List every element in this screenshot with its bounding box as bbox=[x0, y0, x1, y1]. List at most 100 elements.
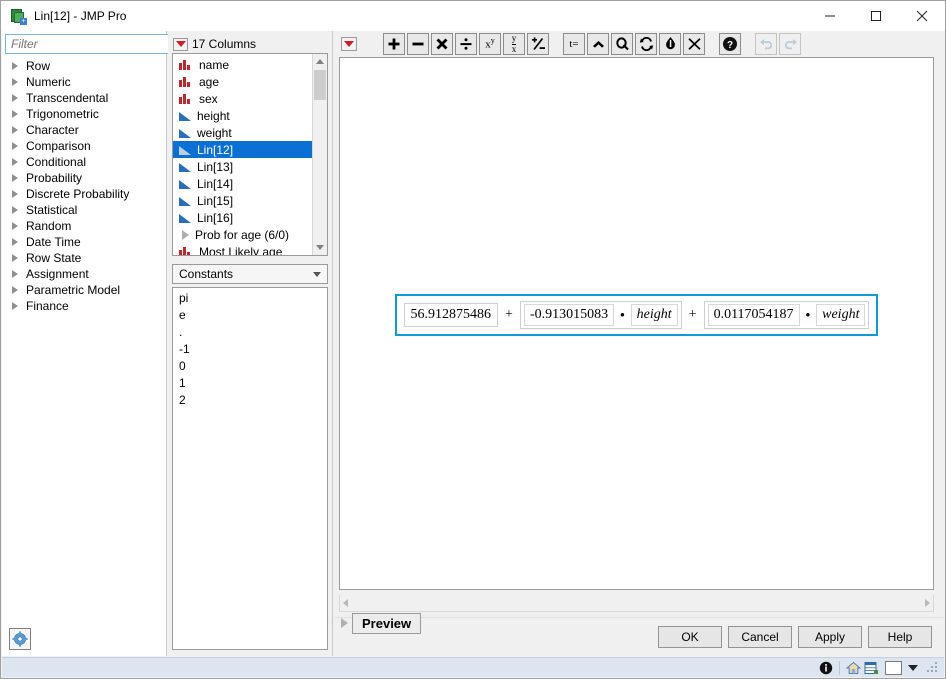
chevron-down-icon[interactable] bbox=[908, 664, 918, 671]
subtract-button[interactable] bbox=[407, 33, 429, 55]
expand-triangle-icon[interactable] bbox=[12, 206, 18, 214]
local-variable-button[interactable]: t= bbox=[563, 33, 585, 55]
function-category-trigonometric[interactable]: Trigonometric bbox=[2, 106, 166, 122]
columns-menu-button[interactable] bbox=[173, 37, 188, 51]
intercept-term[interactable]: 56.912875486 bbox=[403, 302, 499, 327]
constant-item[interactable]: pi bbox=[179, 290, 327, 307]
power-button[interactable]: xy bbox=[479, 33, 501, 55]
expand-triangle-icon[interactable] bbox=[12, 78, 18, 86]
function-category-row-state[interactable]: Row State bbox=[2, 250, 166, 266]
function-category-assignment[interactable]: Assignment bbox=[2, 266, 166, 282]
filter-box[interactable] bbox=[5, 34, 185, 54]
column-item-lin-13[interactable]: Lin[13] bbox=[173, 158, 312, 175]
expand-triangle-icon[interactable] bbox=[12, 126, 18, 134]
resize-grip[interactable] bbox=[926, 661, 940, 675]
expand-triangle-icon[interactable] bbox=[12, 190, 18, 198]
function-category-character[interactable]: Character bbox=[2, 122, 166, 138]
coefficient-height[interactable]: -0.913015083 bbox=[523, 303, 615, 326]
swap-button[interactable] bbox=[635, 33, 657, 55]
columns-list[interactable]: name age sex height weight Lin[12] Lin[13] Lin[… bbox=[173, 54, 312, 255]
expand-triangle-icon[interactable] bbox=[12, 142, 18, 150]
function-category-transcendental[interactable]: Transcendental bbox=[2, 90, 166, 106]
scroll-down-button[interactable] bbox=[313, 240, 327, 255]
divide-button[interactable] bbox=[455, 33, 477, 55]
expand-triangle-icon[interactable] bbox=[12, 254, 18, 262]
expand-triangle-icon[interactable] bbox=[12, 238, 18, 246]
help-button[interactable]: ? bbox=[719, 33, 741, 55]
expand-triangle-icon[interactable] bbox=[12, 222, 18, 230]
function-category-probability[interactable]: Probability bbox=[2, 170, 166, 186]
home-icon[interactable] bbox=[846, 659, 861, 677]
column-item-lin-14[interactable]: Lin[14] bbox=[173, 175, 312, 192]
column-item-weight[interactable]: weight bbox=[173, 124, 312, 141]
category-select[interactable]: Constants bbox=[172, 264, 328, 284]
function-category-list[interactable]: Row Numeric Transcendental Trigonometric Cha… bbox=[2, 58, 166, 626]
function-category-finance[interactable]: Finance bbox=[2, 298, 166, 314]
minimize-button[interactable] bbox=[807, 1, 853, 31]
term-height[interactable]: -0.913015083 • height bbox=[519, 300, 682, 329]
constant-item[interactable]: -1 bbox=[179, 341, 327, 358]
add-button[interactable] bbox=[383, 33, 405, 55]
cancel-button[interactable]: Cancel bbox=[728, 626, 792, 648]
expand-triangle-icon[interactable] bbox=[12, 62, 18, 70]
apply-button[interactable]: Apply bbox=[798, 626, 862, 648]
delete-button[interactable] bbox=[683, 33, 705, 55]
constant-item[interactable]: 1 bbox=[179, 375, 327, 392]
root-button[interactable]: yx bbox=[503, 33, 525, 55]
columns-scrollbar[interactable] bbox=[312, 54, 327, 255]
column-item-name[interactable]: name bbox=[173, 56, 312, 73]
scroll-right-icon[interactable] bbox=[925, 599, 930, 607]
formula-menu-button[interactable] bbox=[341, 37, 357, 51]
insert-above-button[interactable] bbox=[587, 33, 609, 55]
constant-item[interactable]: . bbox=[179, 324, 327, 341]
column-item-lin-12[interactable]: Lin[12] bbox=[173, 141, 312, 158]
expand-triangle-icon[interactable] bbox=[12, 174, 18, 182]
column-item-height[interactable]: height bbox=[173, 107, 312, 124]
function-category-statistical[interactable]: Statistical bbox=[2, 202, 166, 218]
constant-item[interactable]: 0 bbox=[179, 358, 327, 375]
expand-triangle-icon[interactable] bbox=[12, 286, 18, 294]
scrollbar-thumb[interactable] bbox=[314, 70, 326, 100]
redo-button[interactable] bbox=[779, 33, 801, 55]
constant-item[interactable]: 2 bbox=[179, 392, 327, 409]
column-item-age[interactable]: age bbox=[173, 73, 312, 90]
close-button[interactable] bbox=[899, 1, 945, 31]
scroll-left-icon[interactable] bbox=[343, 599, 348, 607]
multiply-button[interactable] bbox=[431, 33, 453, 55]
function-category-conditional[interactable]: Conditional bbox=[2, 154, 166, 170]
function-category-discrete-probability[interactable]: Discrete Probability bbox=[2, 186, 166, 202]
expand-triangle-icon[interactable] bbox=[12, 158, 18, 166]
constant-item[interactable]: e bbox=[179, 307, 327, 324]
scroll-up-button[interactable] bbox=[313, 54, 327, 69]
undo-button[interactable] bbox=[755, 33, 777, 55]
unpeel-button[interactable] bbox=[659, 33, 681, 55]
disclosure-triangle-icon[interactable] bbox=[341, 618, 348, 628]
color-swatch[interactable] bbox=[885, 660, 902, 675]
peel-button[interactable] bbox=[611, 33, 633, 55]
function-category-row[interactable]: Row bbox=[2, 58, 166, 74]
data-table-icon[interactable] bbox=[864, 659, 879, 677]
variable-height[interactable]: height bbox=[630, 303, 678, 326]
column-item-lin-16[interactable]: Lin[16] bbox=[173, 209, 312, 226]
coefficient-weight[interactable]: 0.0117054187 bbox=[707, 303, 800, 326]
expand-triangle-icon[interactable] bbox=[12, 94, 18, 102]
formula-expression[interactable]: 56.912875486 + -0.913015083 • height + 0… bbox=[394, 293, 879, 336]
expand-triangle-icon[interactable] bbox=[12, 270, 18, 278]
constants-list[interactable]: pi e. -1 0 1 2 bbox=[172, 287, 328, 650]
help-dialog-button[interactable]: Help bbox=[868, 626, 932, 648]
ok-button[interactable]: OK bbox=[658, 626, 722, 648]
function-category-random[interactable]: Random bbox=[2, 218, 166, 234]
filter-input[interactable] bbox=[11, 37, 168, 51]
formula-canvas[interactable]: 56.912875486 + -0.913015083 • height + 0… bbox=[339, 57, 934, 590]
maximize-button[interactable] bbox=[853, 1, 899, 31]
column-item-lin-15[interactable]: Lin[15] bbox=[173, 192, 312, 209]
function-category-comparison[interactable]: Comparison bbox=[2, 138, 166, 154]
function-category-numeric[interactable]: Numeric bbox=[2, 74, 166, 90]
expand-triangle-icon[interactable] bbox=[12, 110, 18, 118]
expand-triangle-icon[interactable] bbox=[12, 302, 18, 310]
preview-button[interactable]: Preview bbox=[352, 612, 422, 634]
term-weight[interactable]: 0.0117054187 • weight bbox=[703, 300, 870, 329]
settings-gear-button[interactable] bbox=[9, 628, 31, 650]
function-category-parametric-model[interactable]: Parametric Model bbox=[2, 282, 166, 298]
function-category-date-time[interactable]: Date Time bbox=[2, 234, 166, 250]
